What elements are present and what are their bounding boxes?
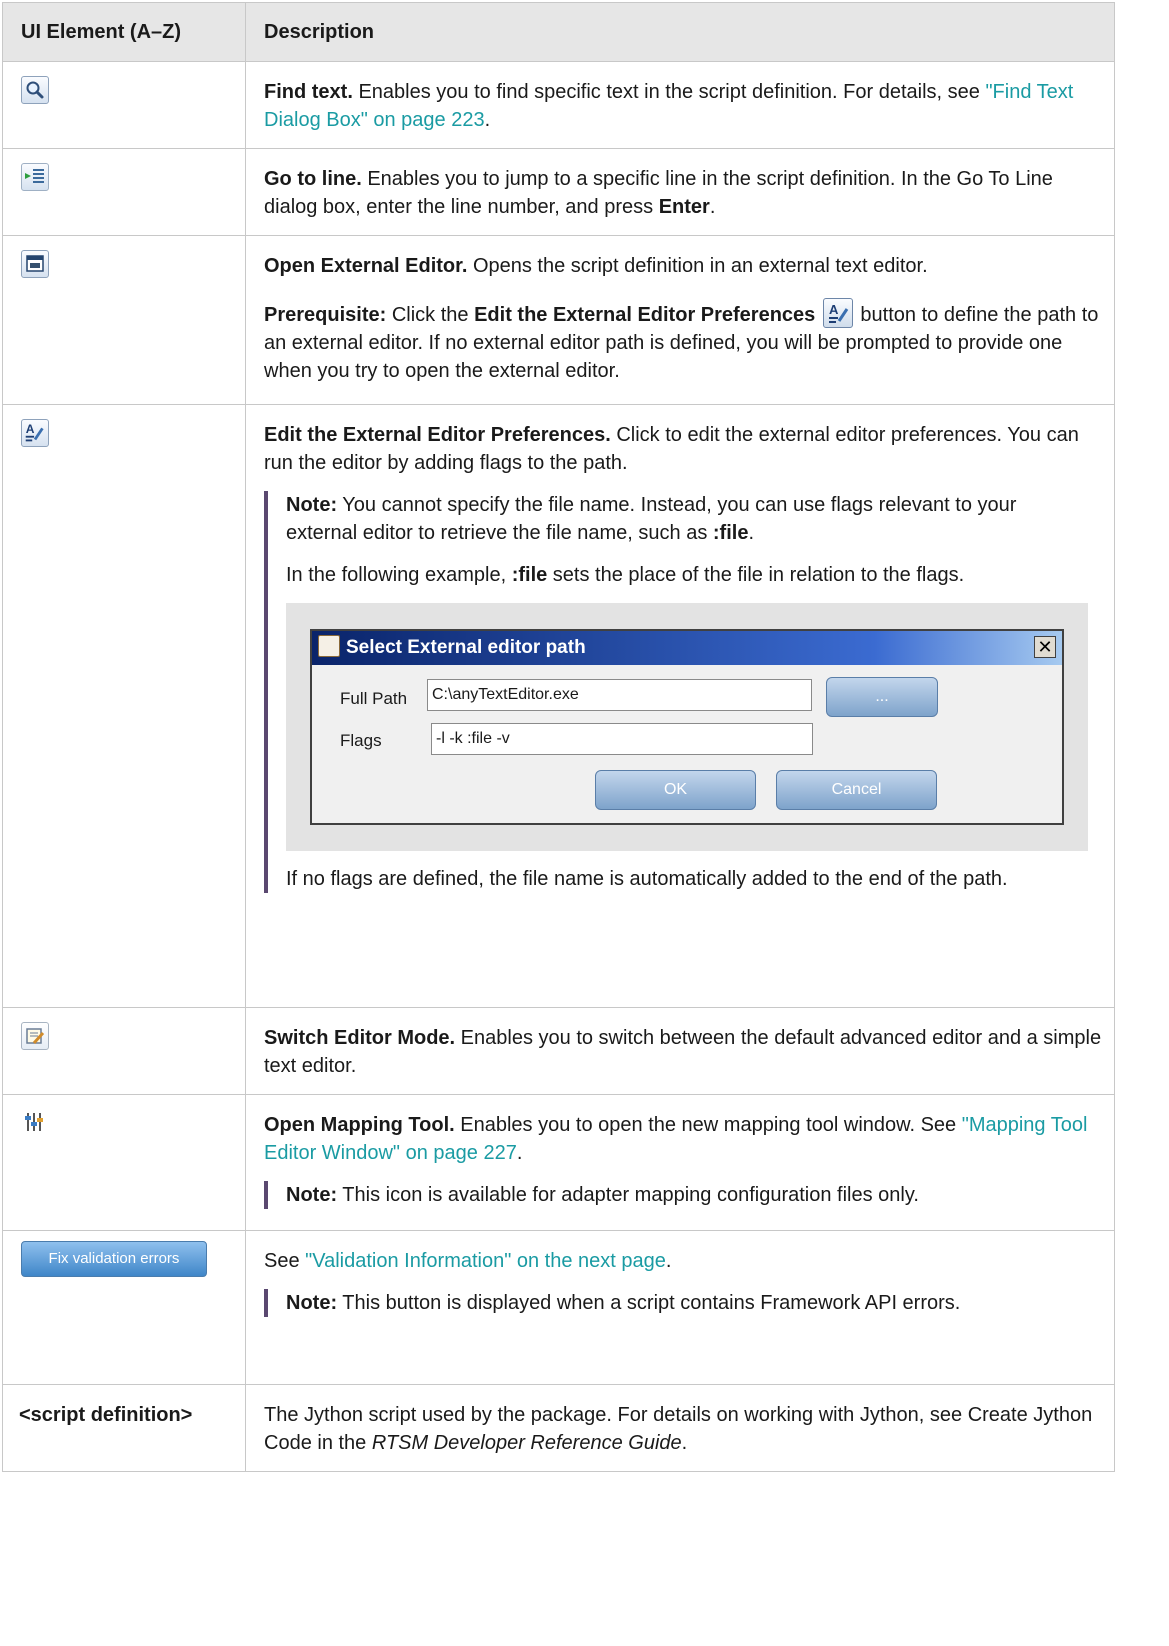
prerequisite-text-a: Click the	[386, 304, 475, 326]
element-cell: <script definition>	[2, 1384, 246, 1472]
description-cell: Edit the External Editor Preferences. Cl…	[245, 404, 1115, 1008]
example-text-a: In the following example,	[286, 564, 512, 586]
column-header-description: Description	[245, 2, 1115, 62]
note-label: Note:	[286, 494, 338, 516]
fix-desc: See	[264, 1250, 306, 1272]
element-cell	[2, 148, 246, 236]
full-path-field[interactable]: C:\anyTextEditor.exe	[427, 679, 812, 711]
mapping-tool-title: Open Mapping Tool.	[264, 1114, 455, 1136]
note-text: This button is displayed when a script c…	[337, 1292, 961, 1314]
go-to-line-title: Go to line.	[264, 168, 362, 190]
note-block: Note: You cannot specify the file name. …	[264, 491, 1102, 893]
svg-text:A: A	[829, 302, 839, 317]
description-cell: Find text. Enables you to find specific …	[245, 61, 1115, 149]
script-definition-element: <script definition>	[19, 1404, 193, 1426]
flags-field[interactable]: -l -k :file -v	[431, 723, 813, 755]
table-row: <script definition> The Jython script us…	[2, 1384, 1115, 1472]
description-cell: See "Validation Information" on the next…	[245, 1230, 1115, 1385]
switch-editor-mode-icon[interactable]	[21, 1022, 49, 1050]
element-cell	[2, 1094, 246, 1231]
java-icon	[318, 635, 340, 657]
note-label: Note:	[286, 1292, 338, 1314]
description-cell: Switch Editor Mode. Enables you to switc…	[245, 1007, 1115, 1095]
table-row: Find text. Enables you to find specific …	[2, 61, 1115, 149]
validation-info-link[interactable]: "Validation Information" on the next pag…	[305, 1250, 666, 1272]
example-bold: :file	[511, 564, 548, 586]
table-row: Go to line. Enables you to jump to a spe…	[2, 148, 1115, 236]
magnifier-icon[interactable]	[21, 76, 49, 104]
example-text-b: sets the place of the file in relation t…	[547, 564, 965, 586]
note-label: Note:	[286, 1184, 338, 1206]
mapping-tool-desc: Enables you to open the new mapping tool…	[454, 1114, 962, 1136]
svg-text:A: A	[26, 422, 35, 436]
go-to-line-icon[interactable]	[21, 163, 49, 191]
close-icon[interactable]: ✕	[1034, 636, 1056, 658]
ok-button[interactable]: OK	[595, 770, 756, 810]
note-block: Note: This button is displayed when a sc…	[264, 1289, 1102, 1317]
element-cell	[2, 61, 246, 149]
ui-elements-table: UI Element (A–Z) Description Find text. …	[2, 2, 1115, 1472]
note-text: This icon is available for adapter mappi…	[337, 1184, 919, 1206]
prerequisite-label: Prerequisite:	[264, 304, 387, 326]
element-cell: A	[2, 404, 246, 1008]
cancel-button[interactable]: Cancel	[776, 770, 937, 810]
mapping-tool-icon[interactable]	[21, 1109, 49, 1137]
full-path-label: Full Path	[340, 689, 408, 708]
table-row: Open Mapping Tool. Enables you to open t…	[2, 1094, 1115, 1231]
element-cell	[2, 235, 246, 405]
select-editor-dialog: Select External editor path ✕ Full Path …	[310, 629, 1064, 825]
description-cell: Open External Editor. Opens the script d…	[245, 235, 1115, 405]
editor-preferences-icon[interactable]: A	[21, 419, 49, 447]
table-row: Open External Editor. Opens the script d…	[2, 235, 1115, 405]
element-cell: Fix validation errors	[2, 1230, 246, 1385]
note-block: Note: This icon is available for adapter…	[264, 1181, 1102, 1209]
editor-preferences-icon[interactable]: A	[822, 298, 853, 328]
table-row: Switch Editor Mode. Enables you to switc…	[2, 1007, 1115, 1095]
script-end: .	[681, 1432, 688, 1454]
find-text-end: .	[484, 109, 491, 131]
browse-button[interactable]: ...	[826, 677, 938, 717]
switch-editor-title: Switch Editor Mode.	[264, 1027, 456, 1049]
mapping-tool-end: .	[516, 1142, 523, 1164]
fix-end: .	[665, 1250, 672, 1272]
dialog-title: Select External editor path	[346, 637, 586, 658]
find-text-desc: Enables you to find specific text in the…	[352, 81, 986, 103]
column-header-element: UI Element (A–Z)	[2, 2, 246, 62]
guide-title: RTSM Developer Reference Guide	[371, 1432, 682, 1454]
external-editor-icon[interactable]	[21, 250, 49, 278]
dialog-screenshot: Select External editor path ✕ Full Path …	[286, 603, 1088, 851]
table-row: A Edit the External Editor Preferences. …	[2, 404, 1115, 1008]
note-end: .	[748, 522, 755, 544]
find-text-title: Find text.	[264, 81, 353, 103]
element-cell	[2, 1007, 246, 1095]
description-cell: The Jython script used by the package. F…	[245, 1384, 1115, 1472]
go-to-line-end: .	[709, 196, 716, 218]
description-cell: Open Mapping Tool. Enables you to open t…	[245, 1094, 1115, 1231]
enter-key-label: Enter	[658, 196, 710, 218]
description-cell: Go to line. Enables you to jump to a spe…	[245, 148, 1115, 236]
edit-preferences-title: Edit the External Editor Preferences.	[264, 424, 611, 446]
flags-label: Flags	[340, 731, 382, 750]
dialog-title-bar: Select External editor path ✕	[312, 631, 1062, 665]
table-header-row: UI Element (A–Z) Description	[2, 2, 1115, 62]
note-text: You cannot specify the file name. Instea…	[286, 494, 1017, 544]
table-row: Fix validation errors See "Validation In…	[2, 1230, 1115, 1385]
fix-validation-errors-button[interactable]: Fix validation errors	[21, 1241, 207, 1277]
open-external-editor-title: Open External Editor.	[264, 255, 468, 277]
note-bold: :file	[712, 522, 749, 544]
dialog-body: Full Path C:\anyTextEditor.exe ... Flags…	[312, 665, 1062, 823]
prerequisite-bold: Edit the External Editor Preferences	[474, 304, 816, 326]
after-dialog-text: If no flags are defined, the file name i…	[286, 868, 1008, 890]
open-external-editor-desc: Opens the script definition in an extern…	[467, 255, 928, 277]
